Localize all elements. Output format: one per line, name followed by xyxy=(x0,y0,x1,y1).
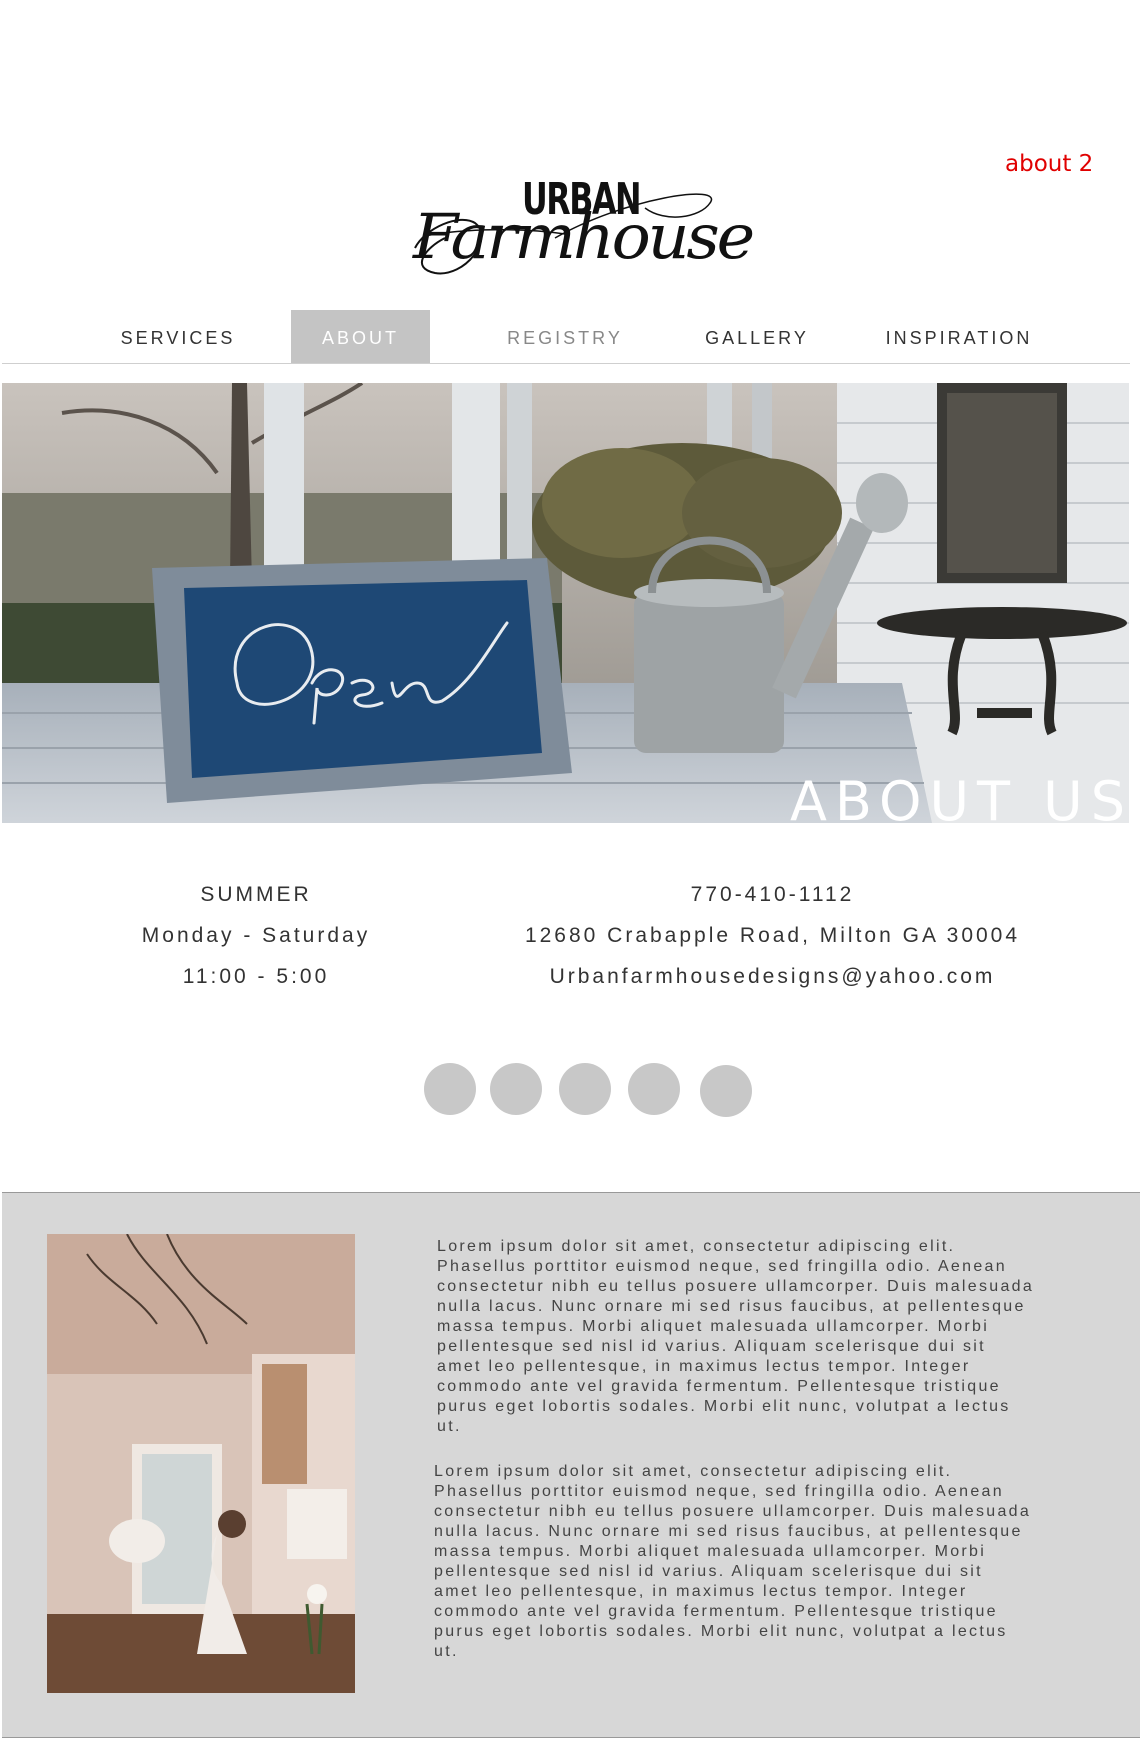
about-paragraph-2: Lorem ipsum dolor sit amet, consectetur … xyxy=(434,1463,1032,1660)
social-icon-1[interactable] xyxy=(424,1063,476,1115)
nav-item-gallery[interactable]: GALLERY xyxy=(682,310,832,363)
social-icon-4[interactable] xyxy=(628,1063,680,1115)
page-variant-label: about 2 xyxy=(1005,151,1094,177)
hero-banner: ABOUT US xyxy=(2,383,1129,823)
site-logo[interactable]: URBAN Farmhouse xyxy=(405,178,755,283)
contact-phone[interactable]: 770-410-1112 xyxy=(500,874,1045,915)
nav-item-registry[interactable]: REGISTRY xyxy=(485,310,645,363)
nav-item-about[interactable]: ABOUT xyxy=(291,310,430,363)
about-section: Lorem ipsum dolor sit amet, consectetur … xyxy=(2,1192,1140,1738)
hours-days: Monday - Saturday xyxy=(141,924,371,947)
shop-interior-photo xyxy=(47,1234,355,1693)
section-divider xyxy=(2,1737,1140,1738)
hours-time: 11:00 - 5:00 xyxy=(182,965,330,988)
nav-item-services[interactable]: SERVICES xyxy=(98,310,258,363)
about-paragraph-1: Lorem ipsum dolor sit amet, consectetur … xyxy=(437,1238,1035,1435)
contact-info: 770-410-1112 12680 Crabapple Road, Milto… xyxy=(500,874,1045,997)
contact-email[interactable]: Urbanfarmhousedesigns@yahoo.com xyxy=(500,956,1045,997)
contact-address: 12680 Crabapple Road, Milton GA 30004 xyxy=(524,924,1021,947)
main-nav: SERVICES ABOUT REGISTRY GALLERY INSPIRAT… xyxy=(2,310,1130,364)
hero-photo xyxy=(2,383,1129,823)
store-hours: SUMMER Monday - Saturday 11:00 - 5:00 xyxy=(116,874,396,997)
hero-title: ABOUT US xyxy=(789,770,1129,824)
social-icon-2[interactable] xyxy=(490,1063,542,1115)
social-icon-5[interactable] xyxy=(700,1065,752,1117)
social-icon-3[interactable] xyxy=(559,1063,611,1115)
hours-season: SUMMER xyxy=(200,883,312,906)
nav-item-inspiration[interactable]: INSPIRATION xyxy=(874,310,1044,363)
logo-farmhouse-text: Farmhouse xyxy=(413,200,755,273)
